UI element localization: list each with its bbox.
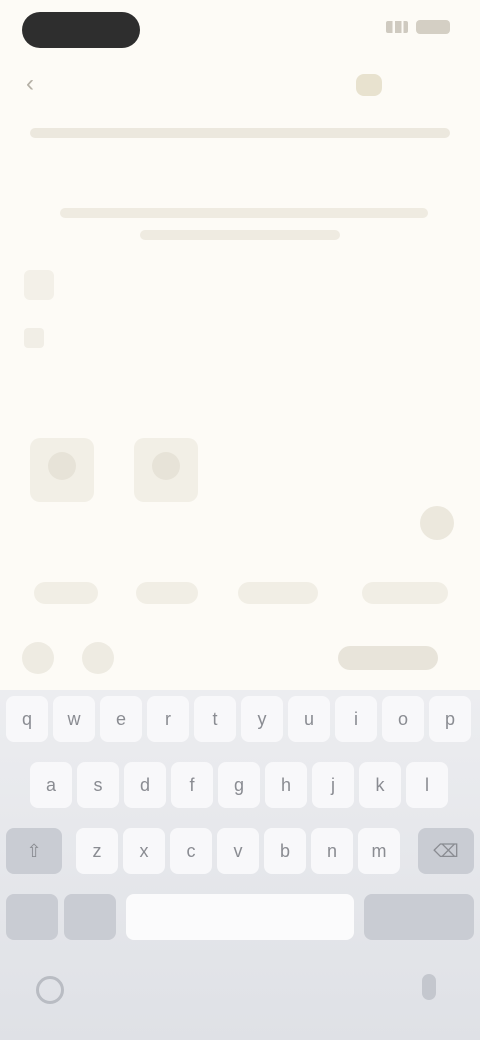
return-key[interactable] [364, 894, 474, 940]
header-action-button[interactable] [404, 74, 464, 96]
time-pill [22, 12, 140, 48]
keyboard-row: q w e r t y u i o p [0, 696, 480, 746]
key[interactable]: l [406, 762, 448, 808]
attachment-thumbnail[interactable] [30, 438, 94, 502]
key[interactable]: c [170, 828, 212, 874]
key[interactable]: u [288, 696, 330, 742]
key[interactable]: z [76, 828, 118, 874]
camera-icon[interactable] [82, 642, 114, 674]
keyboard-row: a s d f g h j k l [0, 762, 480, 812]
suggestion-chip[interactable] [136, 582, 198, 604]
key[interactable]: h [265, 762, 307, 808]
globe-icon[interactable] [36, 976, 64, 1004]
divider [30, 128, 450, 138]
suggestion-chip[interactable] [34, 582, 98, 604]
space-key[interactable] [126, 894, 354, 940]
key[interactable]: v [217, 828, 259, 874]
key[interactable]: a [30, 762, 72, 808]
key[interactable]: p [429, 696, 471, 742]
keyboard-row: ⇧ z x c v b n m ⌫ [0, 828, 480, 878]
key[interactable]: m [358, 828, 400, 874]
helper-text-line [140, 230, 340, 240]
key[interactable]: q [6, 696, 48, 742]
battery-icon [416, 20, 450, 34]
mode-selector[interactable] [338, 646, 438, 670]
keyboard-row [0, 894, 480, 944]
send-button[interactable] [420, 506, 454, 540]
status-bar [0, 0, 480, 56]
subtitle [200, 168, 290, 186]
key[interactable]: i [335, 696, 377, 742]
key[interactable]: x [123, 828, 165, 874]
input-toolbar [0, 632, 480, 680]
key[interactable]: d [124, 762, 166, 808]
keyboard-bottom-bar [0, 960, 480, 1040]
image-icon [152, 452, 180, 480]
status-icons [386, 20, 450, 34]
key[interactable]: y [241, 696, 283, 742]
key[interactable]: s [77, 762, 119, 808]
key[interactable]: w [53, 696, 95, 742]
helper-text-line [60, 208, 428, 218]
back-icon[interactable]: ‹ [26, 72, 50, 96]
add-icon[interactable] [22, 642, 54, 674]
suggestion-row [0, 576, 480, 610]
key[interactable]: e [100, 696, 142, 742]
key[interactable]: r [147, 696, 189, 742]
mic-icon[interactable] [422, 974, 436, 1000]
key[interactable]: j [312, 762, 354, 808]
backspace-key[interactable]: ⌫ [418, 828, 474, 874]
key[interactable]: b [264, 828, 306, 874]
header: ‹ [0, 60, 480, 110]
format-icon[interactable] [24, 270, 54, 300]
key[interactable]: f [171, 762, 213, 808]
attachment-thumbnail[interactable] [134, 438, 198, 502]
key[interactable]: o [382, 696, 424, 742]
suggestion-chip[interactable] [238, 582, 318, 604]
key[interactable]: g [218, 762, 260, 808]
avatar[interactable] [356, 74, 382, 96]
text-cursor-icon [24, 328, 44, 348]
suggestion-chip[interactable] [362, 582, 448, 604]
key[interactable]: k [359, 762, 401, 808]
key[interactable]: n [311, 828, 353, 874]
key[interactable]: t [194, 696, 236, 742]
emoji-key[interactable] [64, 894, 116, 940]
signal-icon [386, 21, 408, 33]
numbers-key[interactable] [6, 894, 58, 940]
page-title [170, 74, 320, 96]
shift-key[interactable]: ⇧ [6, 828, 62, 874]
image-icon [48, 452, 76, 480]
